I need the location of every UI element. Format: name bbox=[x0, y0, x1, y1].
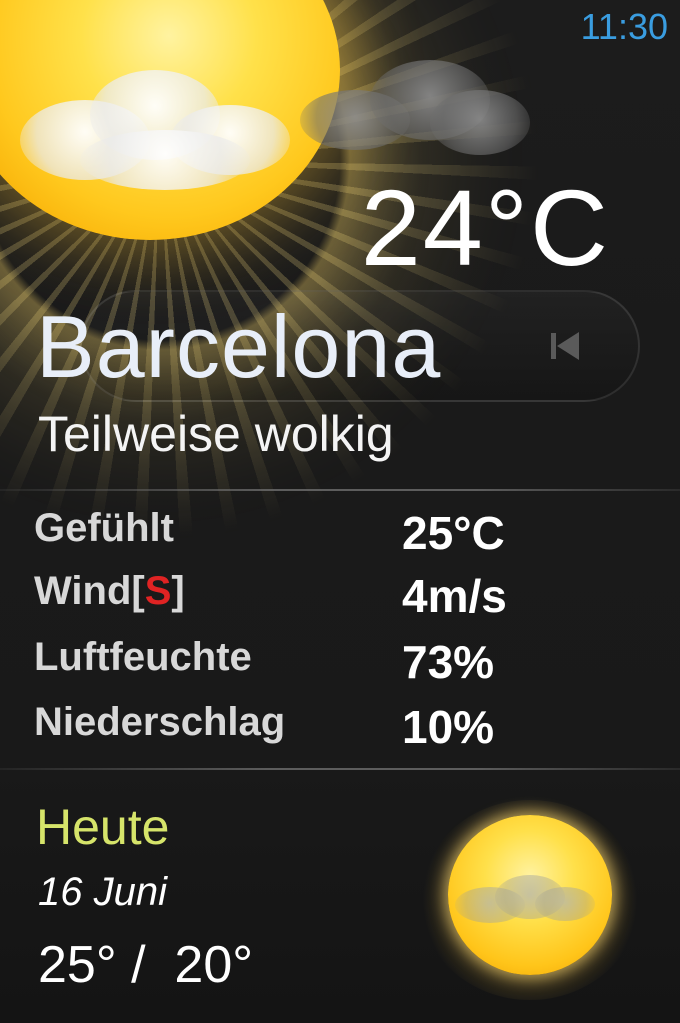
felt-temperature-label: Gefühlt bbox=[34, 506, 174, 550]
skip-previous-icon bbox=[551, 332, 579, 360]
dark-cloud-icon bbox=[290, 60, 540, 170]
wind-label-text: Wind bbox=[34, 569, 132, 613]
weather-condition: Teilweise wolkig bbox=[38, 406, 394, 462]
cloud-icon bbox=[20, 60, 300, 200]
divider bbox=[0, 489, 680, 491]
precipitation-label: Niederschlag bbox=[34, 700, 286, 744]
previous-location-button[interactable] bbox=[520, 310, 610, 382]
wind-label: Wind[S] bbox=[34, 569, 185, 614]
city-name: Barcelona bbox=[36, 297, 442, 396]
divider bbox=[0, 768, 680, 770]
wind-direction: S bbox=[144, 569, 172, 613]
weather-widget: 11:30 24°C Barcelona Teilweise wolkig Ge… bbox=[0, 0, 680, 1023]
wind-value: 4m/s bbox=[402, 570, 507, 622]
humidity-value: 73% bbox=[402, 636, 495, 688]
today-temperature-range: 25° / 20° bbox=[38, 936, 254, 994]
precipitation-value: 10% bbox=[402, 701, 495, 753]
wind-bracket-open: [ bbox=[131, 569, 145, 613]
current-temperature: 24°C bbox=[360, 167, 610, 288]
wind-bracket-close: ] bbox=[171, 569, 185, 613]
today-title: Heute bbox=[36, 799, 170, 855]
cloud-icon bbox=[455, 875, 595, 930]
felt-temperature-value: 25°C bbox=[402, 507, 505, 559]
today-date: 16 Juni bbox=[38, 870, 167, 914]
clock-time: 11:30 bbox=[580, 6, 668, 47]
forecast-weather-icon bbox=[400, 780, 680, 1023]
humidity-label: Luftfeuchte bbox=[34, 635, 252, 679]
